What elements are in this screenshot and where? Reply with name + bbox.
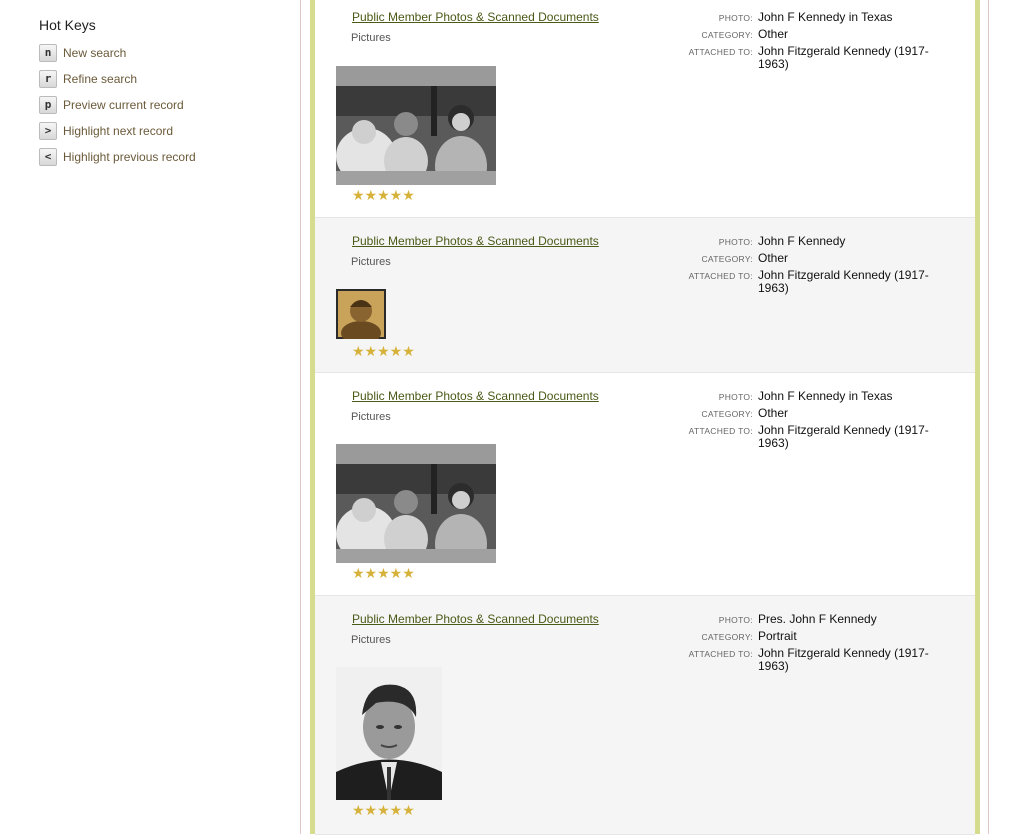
collection-link[interactable]: Public Member Photos & Scanned Documents xyxy=(352,612,599,626)
category-row: CATEGORY: Portrait xyxy=(675,630,965,643)
key-less-than-icon: < xyxy=(39,148,57,166)
hotkey-label: Highlight next record xyxy=(63,124,174,138)
hotkey-label: Preview current record xyxy=(63,98,184,112)
attached-to-value: John Fitzgerald Kennedy (1917-1963) xyxy=(758,44,929,71)
hotkey-refine-search[interactable]: r Refine search xyxy=(39,66,279,92)
attached-to-row: ATTACHED TO: John Fitzgerald Kennedy (19… xyxy=(675,45,965,71)
rating-stars: ★★★★★ xyxy=(352,565,415,581)
photo-row: PHOTO: Pres. John F Kennedy xyxy=(675,613,965,626)
motorcade-photo-thumbnail[interactable] xyxy=(336,444,496,563)
record-type: Pictures xyxy=(351,411,391,423)
category-row: CATEGORY: Other xyxy=(675,28,965,41)
category-value: Other xyxy=(758,27,789,41)
results-list: Public Member Photos & Scanned Documents… xyxy=(315,0,975,835)
hotkeys-panel: Hot Keys n New search r Refine search p … xyxy=(39,16,279,170)
attached-to-value: John Fitzgerald Kennedy (1917-1963) xyxy=(758,423,929,450)
collection-link[interactable]: Public Member Photos & Scanned Documents xyxy=(352,234,599,248)
key-r-icon: r xyxy=(39,70,57,88)
category-value: Other xyxy=(758,251,789,265)
key-greater-than-icon: > xyxy=(39,122,57,140)
photo-row: PHOTO: John F Kennedy xyxy=(675,235,965,248)
category-row: CATEGORY: Other xyxy=(675,252,965,265)
record-details: PHOTO: John F Kennedy in Texas CATEGORY:… xyxy=(675,390,965,454)
photo-row: PHOTO: John F Kennedy in Texas xyxy=(675,11,965,24)
frame-divider xyxy=(300,0,301,834)
category-row: CATEGORY: Other xyxy=(675,407,965,420)
result-record[interactable]: Public Member Photos & Scanned Documents… xyxy=(315,0,975,218)
hotkey-label: Highlight previous record xyxy=(63,150,196,164)
category-label: CATEGORY: xyxy=(701,409,753,419)
rating-stars: ★★★★★ xyxy=(352,802,415,818)
rating-stars: ★★★★★ xyxy=(352,187,415,203)
hotkey-preview-record[interactable]: p Preview current record xyxy=(39,92,279,118)
photo-value: John F Kennedy in Texas xyxy=(758,389,893,403)
attached-to-row: ATTACHED TO: John Fitzgerald Kennedy (19… xyxy=(675,424,965,450)
attached-to-label: ATTACHED TO: xyxy=(688,47,753,57)
category-label: CATEGORY: xyxy=(701,632,753,642)
attached-to-label: ATTACHED TO: xyxy=(688,649,753,659)
photo-label: PHOTO: xyxy=(718,392,753,402)
hotkey-previous-record[interactable]: < Highlight previous record xyxy=(39,144,279,170)
rating-stars: ★★★★★ xyxy=(352,343,415,359)
hotkey-new-search[interactable]: n New search xyxy=(39,40,279,66)
photo-row: PHOTO: John F Kennedy in Texas xyxy=(675,390,965,403)
photo-value: John F Kennedy in Texas xyxy=(758,10,893,24)
photo-value: John F Kennedy xyxy=(758,234,846,248)
hotkey-label: New search xyxy=(63,46,127,60)
attached-to-row: ATTACHED TO: John Fitzgerald Kennedy (19… xyxy=(675,269,965,295)
result-record[interactable]: Public Member Photos & Scanned Documents… xyxy=(315,373,975,596)
frame-divider xyxy=(988,0,989,834)
result-record[interactable]: Public Member Photos & Scanned Documents… xyxy=(315,596,975,835)
attached-to-value: John Fitzgerald Kennedy (1917-1963) xyxy=(758,646,929,673)
hotkey-label: Refine search xyxy=(63,72,138,86)
sepia-portrait-thumbnail[interactable] xyxy=(336,289,386,339)
attached-to-row: ATTACHED TO: John Fitzgerald Kennedy (19… xyxy=(675,647,965,673)
collection-link[interactable]: Public Member Photos & Scanned Documents xyxy=(352,10,599,24)
record-details: PHOTO: John F Kennedy CATEGORY: Other AT… xyxy=(675,235,965,299)
collection-link[interactable]: Public Member Photos & Scanned Documents xyxy=(352,389,599,403)
record-type: Pictures xyxy=(351,32,391,44)
category-value: Portrait xyxy=(758,629,797,643)
record-type: Pictures xyxy=(351,634,391,646)
attached-to-label: ATTACHED TO: xyxy=(688,271,753,281)
photo-label: PHOTO: xyxy=(718,615,753,625)
category-value: Other xyxy=(758,406,789,420)
attached-to-value: John Fitzgerald Kennedy (1917-1963) xyxy=(758,268,929,295)
record-details: PHOTO: John F Kennedy in Texas CATEGORY:… xyxy=(675,11,965,75)
hotkeys-title: Hot Keys xyxy=(39,17,96,33)
key-p-icon: p xyxy=(39,96,57,114)
record-details: PHOTO: Pres. John F Kennedy CATEGORY: Po… xyxy=(675,613,965,677)
record-type: Pictures xyxy=(351,256,391,268)
result-record[interactable]: Public Member Photos & Scanned Documents… xyxy=(315,218,975,373)
photo-label: PHOTO: xyxy=(718,13,753,23)
key-n-icon: n xyxy=(39,44,57,62)
category-label: CATEGORY: xyxy=(701,254,753,264)
photo-label: PHOTO: xyxy=(718,237,753,247)
hotkey-next-record[interactable]: > Highlight next record xyxy=(39,118,279,144)
attached-to-label: ATTACHED TO: xyxy=(688,426,753,436)
category-label: CATEGORY: xyxy=(701,30,753,40)
motorcade-photo-thumbnail[interactable] xyxy=(336,66,496,185)
bw-portrait-thumbnail[interactable] xyxy=(336,667,442,800)
photo-value: Pres. John F Kennedy xyxy=(758,612,877,626)
frame-border-right xyxy=(975,0,980,834)
